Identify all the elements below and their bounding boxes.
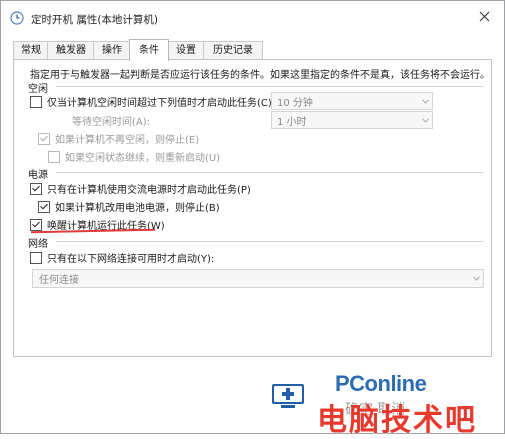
window-title: 定时开机 属性(本地计算机) bbox=[31, 14, 159, 26]
conditions-panel: 指定用于与触发器一起判断是否应运行该任务的条件。如果这里指定的条件不是真，该任务… bbox=[13, 59, 492, 357]
restart-if-idle-checkbox[interactable] bbox=[48, 150, 60, 163]
idle-duration-value: 10 分钟 bbox=[277, 97, 313, 109]
start-if-idle-checkbox[interactable] bbox=[30, 95, 42, 108]
watermark-site-name: 电脑技术吧 bbox=[317, 403, 477, 438]
pconline-logo-icon bbox=[272, 384, 304, 408]
wait-duration-value: 1 小时 bbox=[277, 116, 307, 128]
ac-power-checkbox[interactable] bbox=[30, 182, 42, 195]
stop-if-not-idle-checkbox[interactable] bbox=[38, 132, 50, 145]
wait-duration-select[interactable]: 1 小时 bbox=[271, 111, 433, 129]
chevron-down-icon bbox=[469, 272, 483, 286]
wait-idle-label: 等待空闲时间(A): bbox=[72, 117, 151, 128]
ac-power-option[interactable]: 只有在计算机使用交流电源时才启动此任务(P) bbox=[30, 181, 251, 196]
tab-general[interactable]: 常规 bbox=[13, 41, 49, 60]
stop-on-battery-checkbox[interactable] bbox=[38, 200, 50, 213]
tab-triggers[interactable]: 触发器 bbox=[47, 41, 95, 60]
start-if-idle-label: 仅当计算机空闲时间超过下列值时才启动此任务(C): bbox=[47, 98, 276, 109]
ac-power-label: 只有在计算机使用交流电源时才启动此任务(P) bbox=[47, 185, 251, 196]
idle-section-label: 空闲 bbox=[28, 84, 48, 95]
stop-if-not-idle-label: 如果计算机不再空闲，则停止(E) bbox=[55, 135, 200, 146]
title-bar: 定时开机 属性(本地计算机) bbox=[1, 1, 504, 35]
properties-dialog: 定时开机 属性(本地计算机) 常规 触发器 操作 条件 设置 历史记录 指定用于… bbox=[0, 0, 505, 438]
start-if-idle-option[interactable]: 仅当计算机空闲时间超过下列值时才启动此任务(C): bbox=[30, 94, 275, 109]
close-icon bbox=[479, 11, 489, 21]
tab-settings[interactable]: 设置 bbox=[167, 41, 205, 60]
task-clock-icon bbox=[10, 11, 24, 25]
idle-divider bbox=[56, 86, 484, 87]
power-section-label: 电源 bbox=[28, 170, 48, 181]
stop-on-battery-label: 如果计算机改用电池电源，则停止(B) bbox=[55, 203, 220, 214]
tab-actions[interactable]: 操作 bbox=[93, 41, 131, 60]
conditions-description: 指定用于与触发器一起判断是否应运行该任务的条件。如果这里指定的条件不是真，该任务… bbox=[30, 70, 490, 81]
close-button[interactable] bbox=[464, 1, 504, 31]
stop-on-battery-option[interactable]: 如果计算机改用电池电源，则停止(B) bbox=[38, 199, 220, 214]
network-connection-select[interactable]: 任何连接 bbox=[32, 269, 484, 288]
network-condition-option[interactable]: 只有在以下网络连接可用时才启动(Y): bbox=[30, 250, 214, 265]
stop-if-not-idle-option[interactable]: 如果计算机不再空闲，则停止(E) bbox=[38, 131, 199, 146]
network-divider bbox=[56, 241, 484, 242]
power-divider bbox=[56, 172, 484, 173]
network-condition-label: 只有在以下网络连接可用时才启动(Y): bbox=[47, 254, 215, 265]
restart-if-idle-option[interactable]: 如果空闲状态继续，则重新启动(U) bbox=[48, 149, 220, 164]
tab-conditions[interactable]: 条件 bbox=[129, 39, 169, 61]
tab-history[interactable]: 历史记录 bbox=[203, 41, 263, 60]
watermark-brand: PConline bbox=[335, 371, 427, 396]
network-section-label: 网络 bbox=[28, 239, 48, 250]
chevron-down-icon bbox=[418, 113, 432, 127]
restart-if-idle-label: 如果空闲状态继续，则重新启动(U) bbox=[65, 153, 221, 164]
wake-to-run-checkbox[interactable] bbox=[30, 218, 42, 231]
network-condition-checkbox[interactable] bbox=[30, 251, 42, 264]
network-connection-value: 任何连接 bbox=[39, 275, 79, 286]
chevron-down-icon bbox=[418, 94, 432, 108]
idle-duration-select[interactable]: 10 分钟 bbox=[271, 92, 433, 110]
